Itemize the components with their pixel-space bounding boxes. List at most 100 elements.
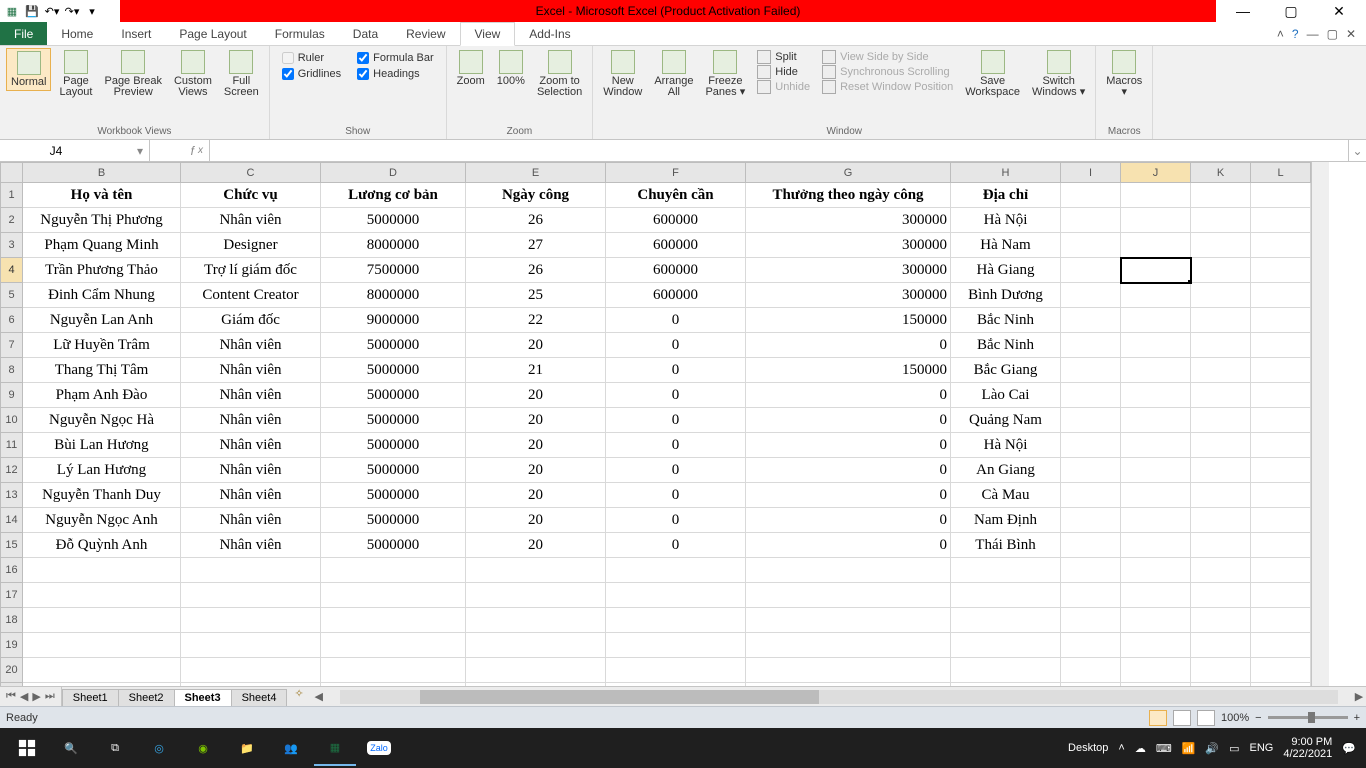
cell[interactable]: 20 bbox=[466, 383, 606, 408]
cell-J15[interactable] bbox=[1121, 533, 1191, 558]
maximize-button[interactable]: ▢ bbox=[1276, 3, 1306, 20]
row-header-10[interactable]: 10 bbox=[1, 408, 23, 433]
formula-bar-checkbox[interactable]: Formula Bar bbox=[357, 52, 434, 64]
cell[interactable]: 0 bbox=[606, 383, 746, 408]
cell[interactable]: 7500000 bbox=[321, 258, 466, 283]
cell[interactable] bbox=[951, 608, 1061, 633]
cell-L10[interactable] bbox=[1251, 408, 1311, 433]
row-header-13[interactable]: 13 bbox=[1, 483, 23, 508]
header-cell[interactable]: Chức vụ bbox=[181, 183, 321, 208]
cell[interactable]: Trần Phương Thảo bbox=[23, 258, 181, 283]
cell-L11[interactable] bbox=[1251, 433, 1311, 458]
cell-K3[interactable] bbox=[1191, 233, 1251, 258]
fx-label[interactable]: fx bbox=[150, 140, 210, 161]
cell-J12[interactable] bbox=[1121, 458, 1191, 483]
cell[interactable]: Nguyễn Thanh Duy bbox=[23, 483, 181, 508]
cell[interactable]: Hà Nam bbox=[951, 233, 1061, 258]
cell[interactable]: 26 bbox=[466, 208, 606, 233]
start-button[interactable] bbox=[6, 730, 48, 766]
cell[interactable]: Nguyễn Thị Phương bbox=[23, 208, 181, 233]
cell-I3[interactable] bbox=[1061, 233, 1121, 258]
cell-I8[interactable] bbox=[1061, 358, 1121, 383]
cell[interactable]: 8000000 bbox=[321, 283, 466, 308]
cell[interactable]: 0 bbox=[606, 308, 746, 333]
cell[interactable]: 0 bbox=[746, 533, 951, 558]
cell[interactable]: Hà Nội bbox=[951, 433, 1061, 458]
cell[interactable]: 300000 bbox=[746, 208, 951, 233]
cell[interactable] bbox=[606, 583, 746, 608]
cell[interactable] bbox=[1191, 183, 1251, 208]
cell[interactable] bbox=[181, 608, 321, 633]
tab-page-layout[interactable]: Page Layout bbox=[165, 22, 260, 45]
tray-chevron-icon[interactable]: ˄ bbox=[1118, 742, 1124, 754]
header-cell[interactable]: Địa chỉ bbox=[951, 183, 1061, 208]
teams-icon[interactable]: 👥 bbox=[270, 730, 312, 766]
tray-cloud-icon[interactable]: ☁ bbox=[1135, 742, 1146, 755]
header-cell[interactable]: Thưởng theo ngày công bbox=[746, 183, 951, 208]
col-header-H[interactable]: H bbox=[951, 163, 1061, 183]
cell-I9[interactable] bbox=[1061, 383, 1121, 408]
cell[interactable]: 0 bbox=[746, 483, 951, 508]
cell[interactable] bbox=[1251, 583, 1311, 608]
cell-L7[interactable] bbox=[1251, 333, 1311, 358]
row-header-1[interactable]: 1 bbox=[1, 183, 23, 208]
row-header-9[interactable]: 9 bbox=[1, 383, 23, 408]
excel-taskbar-icon[interactable]: ▦ bbox=[314, 730, 356, 766]
cell[interactable]: Nhân viên bbox=[181, 433, 321, 458]
cell[interactable] bbox=[1191, 658, 1251, 683]
cell[interactable]: 0 bbox=[746, 333, 951, 358]
cell[interactable]: Designer bbox=[181, 233, 321, 258]
view-normal-icon[interactable] bbox=[1149, 710, 1167, 726]
cell[interactable]: Lào Cai bbox=[951, 383, 1061, 408]
file-explorer-icon[interactable]: 📁 bbox=[226, 730, 268, 766]
header-cell[interactable]: Lương cơ bản bbox=[321, 183, 466, 208]
cell-I14[interactable] bbox=[1061, 508, 1121, 533]
horizontal-scrollbar[interactable]: ◀ ▶ bbox=[312, 687, 1366, 706]
view-page-layout-icon[interactable] bbox=[1173, 710, 1191, 726]
cell[interactable]: 21 bbox=[466, 358, 606, 383]
save-workspace-button[interactable]: Save Workspace bbox=[961, 48, 1024, 100]
row-header-11[interactable]: 11 bbox=[1, 433, 23, 458]
cell[interactable] bbox=[466, 608, 606, 633]
headings-checkbox[interactable]: Headings bbox=[357, 68, 434, 80]
cell[interactable] bbox=[1121, 633, 1191, 658]
cell-K5[interactable] bbox=[1191, 283, 1251, 308]
cell[interactable]: Bùi Lan Hương bbox=[23, 433, 181, 458]
row-header-19[interactable]: 19 bbox=[1, 633, 23, 658]
cell[interactable] bbox=[1251, 183, 1311, 208]
zoom-100-button[interactable]: 100% bbox=[493, 48, 529, 89]
cell-L15[interactable] bbox=[1251, 533, 1311, 558]
tray-notifications-icon[interactable]: 💬 bbox=[1342, 742, 1356, 755]
zoom-in-icon[interactable]: + bbox=[1354, 712, 1360, 724]
cell[interactable]: 300000 bbox=[746, 258, 951, 283]
cell[interactable]: Nhân viên bbox=[181, 333, 321, 358]
cell[interactable]: Quảng Nam bbox=[951, 408, 1061, 433]
cell[interactable]: 5000000 bbox=[321, 483, 466, 508]
cell-J13[interactable] bbox=[1121, 483, 1191, 508]
cell-L8[interactable] bbox=[1251, 358, 1311, 383]
redo-icon[interactable]: ↷▾ bbox=[64, 3, 80, 19]
cell[interactable]: 5000000 bbox=[321, 433, 466, 458]
minimize-button[interactable]: — bbox=[1228, 3, 1258, 20]
cell[interactable]: Đinh Cẩm Nhung bbox=[23, 283, 181, 308]
tab-insert[interactable]: Insert bbox=[107, 22, 165, 45]
cell[interactable]: Bắc Ninh bbox=[951, 333, 1061, 358]
cell-J14[interactable] bbox=[1121, 508, 1191, 533]
cell[interactable]: Thái Bình bbox=[951, 533, 1061, 558]
sheet-tab-sheet4[interactable]: Sheet4 bbox=[231, 689, 288, 706]
cell[interactable]: 0 bbox=[606, 358, 746, 383]
cell[interactable] bbox=[181, 658, 321, 683]
col-header-K[interactable]: K bbox=[1191, 163, 1251, 183]
cell-J9[interactable] bbox=[1121, 383, 1191, 408]
cell[interactable]: Nguyễn Ngọc Anh bbox=[23, 508, 181, 533]
cell[interactable]: Bắc Giang bbox=[951, 358, 1061, 383]
row-header-6[interactable]: 6 bbox=[1, 308, 23, 333]
macros-button[interactable]: Macros ▾ bbox=[1102, 48, 1146, 100]
doc-close-icon[interactable]: ✕ bbox=[1346, 27, 1356, 41]
row-header-20[interactable]: 20 bbox=[1, 658, 23, 683]
cell[interactable]: 5000000 bbox=[321, 383, 466, 408]
cell-J8[interactable] bbox=[1121, 358, 1191, 383]
cell-K15[interactable] bbox=[1191, 533, 1251, 558]
cell[interactable] bbox=[466, 633, 606, 658]
cell[interactable]: Đỗ Quỳnh Anh bbox=[23, 533, 181, 558]
